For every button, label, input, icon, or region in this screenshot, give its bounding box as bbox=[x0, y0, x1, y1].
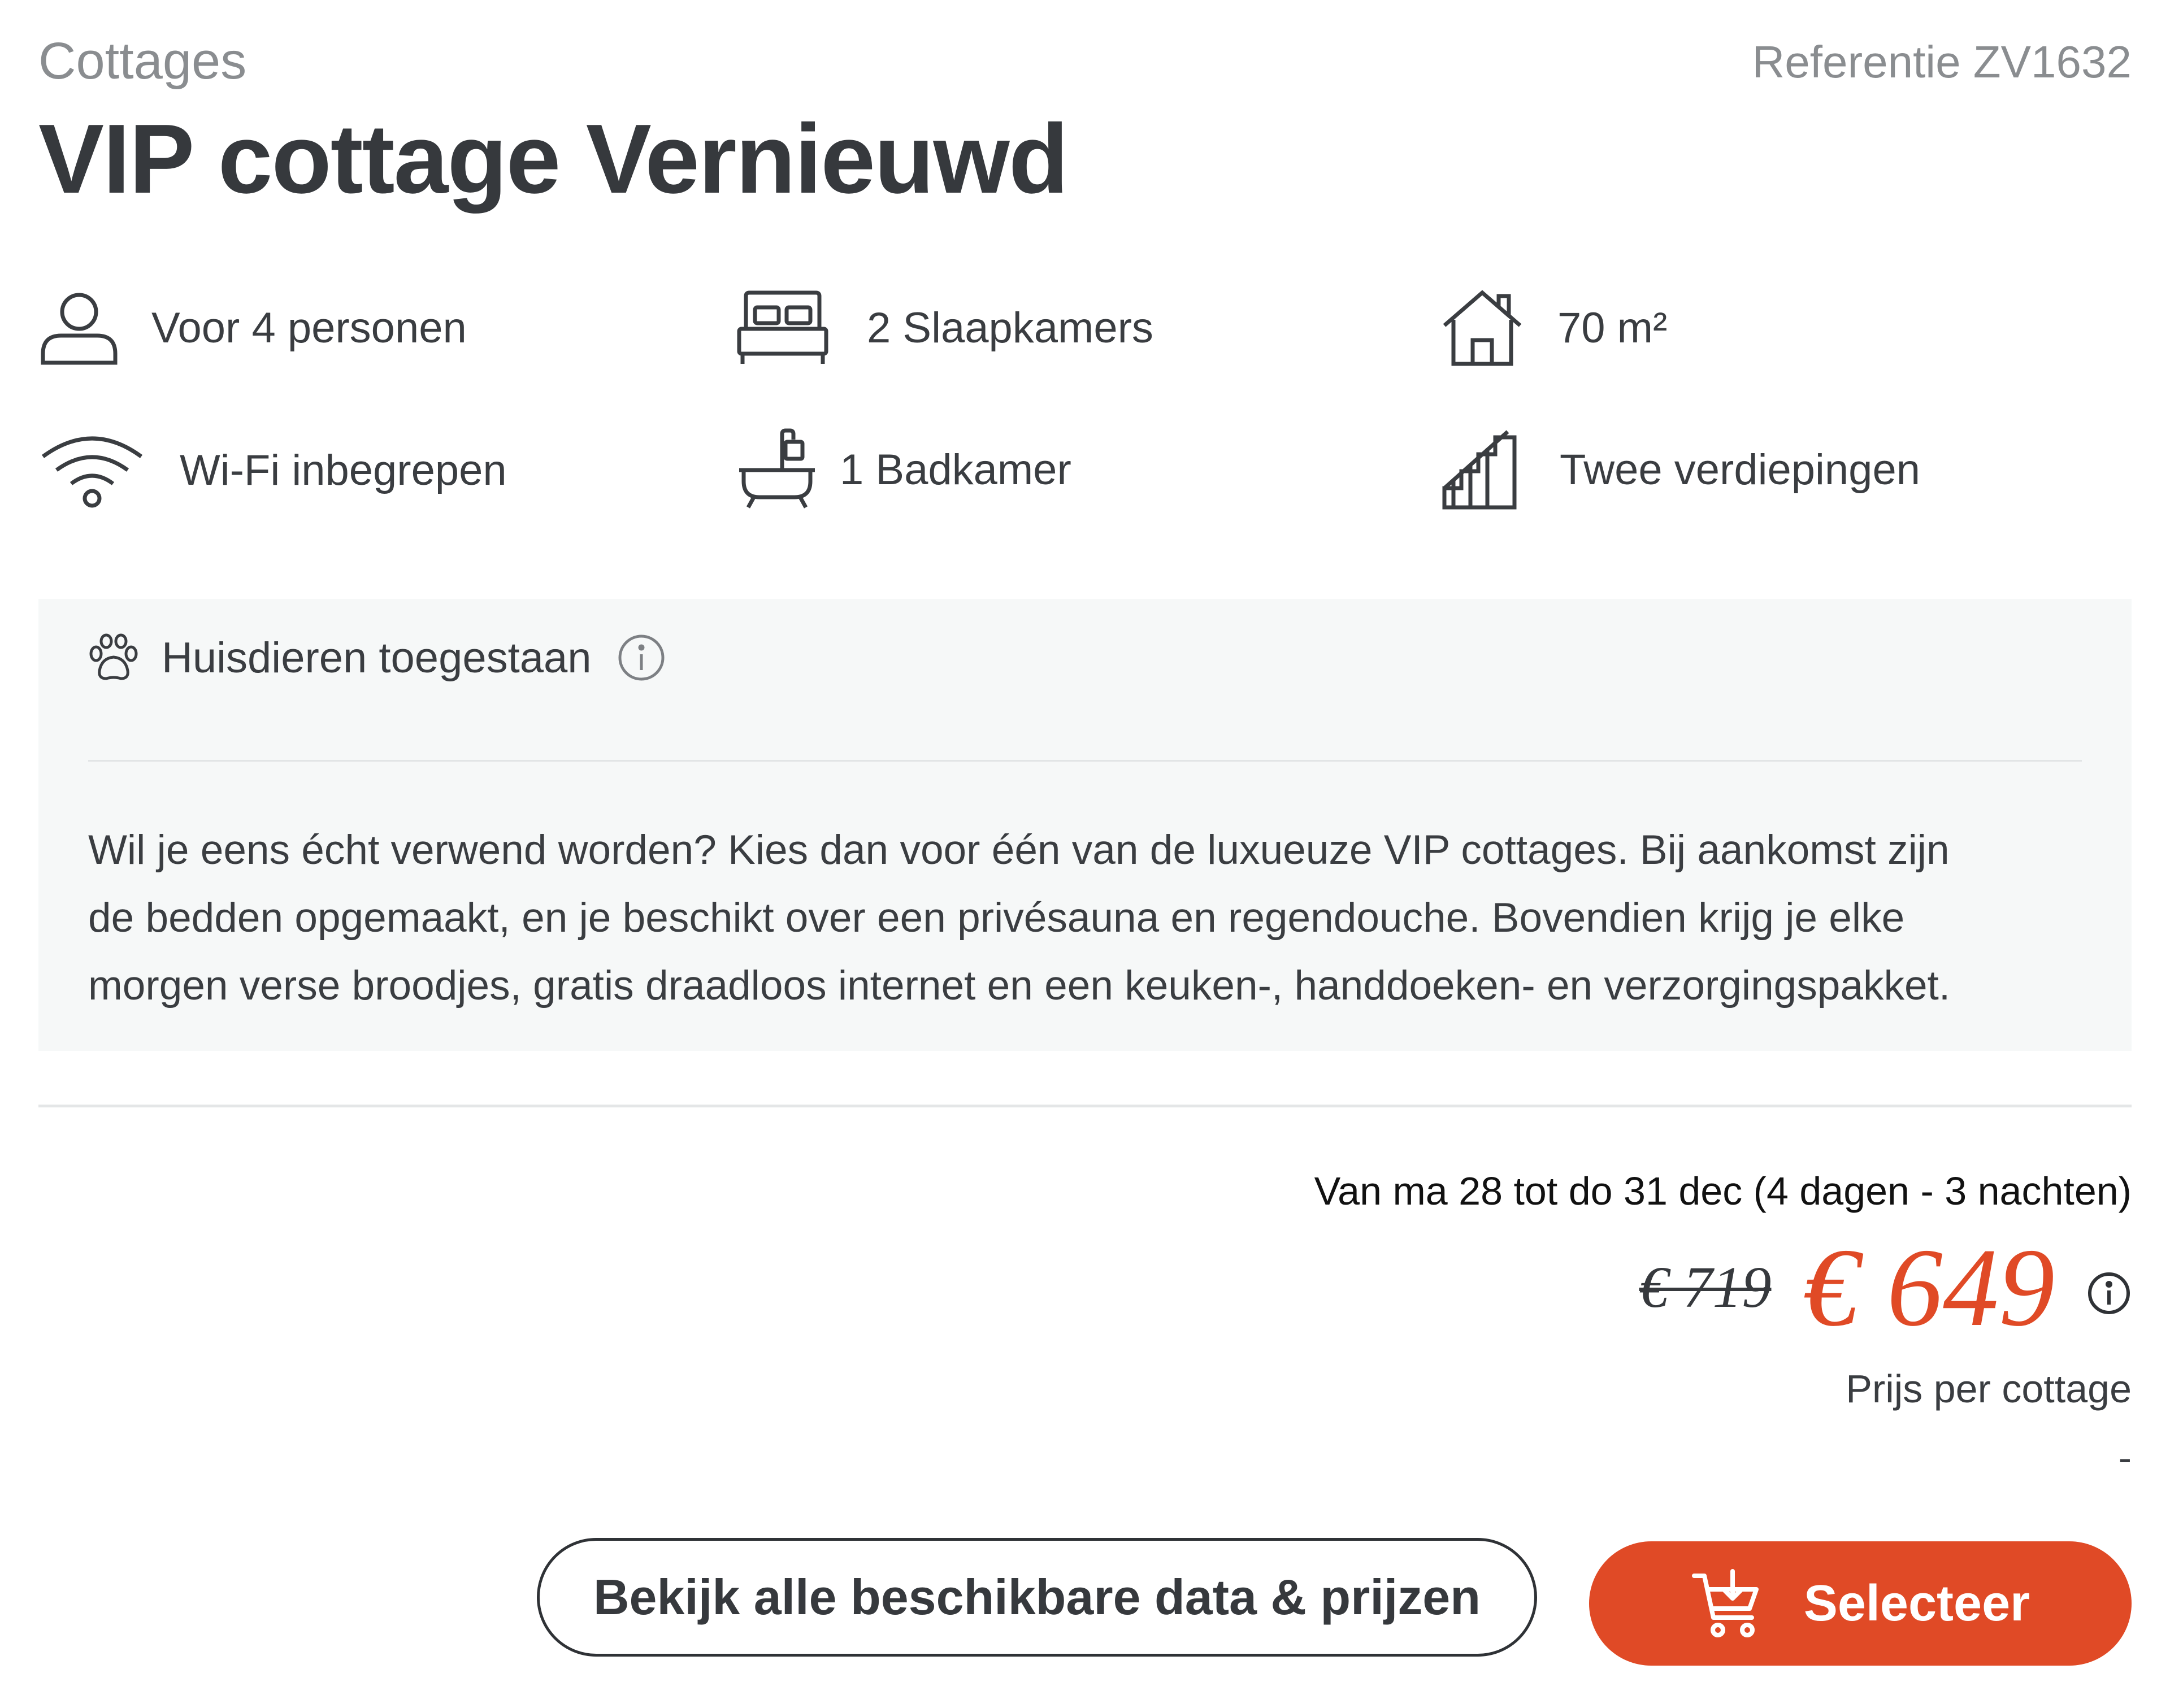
feature-label: Wi-Fi inbegrepen bbox=[180, 446, 507, 494]
description-line: de bedden opgemaakt, en je beschikt over… bbox=[88, 895, 1905, 941]
paw-icon bbox=[89, 633, 138, 680]
old-price: € 719 bbox=[1639, 1255, 1772, 1320]
feature-label: Voor 4 personen bbox=[151, 303, 467, 352]
feature-bedrooms: 2 Slaapkamers bbox=[735, 288, 1153, 367]
person-icon bbox=[41, 293, 118, 365]
view-dates-button[interactable]: Bekijk alle beschikbare data & prijzen bbox=[537, 1538, 1537, 1657]
cart-icon bbox=[1691, 1569, 1759, 1637]
reference-code: Referentie ZV1632 bbox=[1752, 37, 2132, 87]
price-unit: Prijs per cottage bbox=[1846, 1367, 2132, 1411]
select-button[interactable]: Selecteer bbox=[1589, 1541, 2132, 1666]
wifi-icon bbox=[41, 436, 143, 508]
feature-label: 2 Slaapkamers bbox=[867, 303, 1153, 352]
price-extra: - bbox=[2118, 1436, 2132, 1480]
feature-label: 70 m² bbox=[1557, 303, 1668, 352]
price-info-icon[interactable] bbox=[2086, 1271, 2132, 1316]
page-title: VIP cottage Vernieuwd bbox=[38, 103, 1069, 214]
feature-wifi: Wi-Fi inbegrepen bbox=[38, 431, 507, 510]
stay-dates: Van ma 28 tot do 31 dec (4 dagen - 3 nac… bbox=[1314, 1169, 2132, 1213]
description-line: morgen verse broodjes, gratis draadloos … bbox=[88, 963, 1951, 1009]
feature-area: 70 m² bbox=[1440, 288, 1667, 367]
view-dates-label: Bekijk alle beschikbare data & prijzen bbox=[593, 1569, 1481, 1625]
feature-persons: Voor 4 personen bbox=[38, 288, 467, 367]
bed-icon bbox=[737, 290, 828, 364]
panel-divider bbox=[88, 760, 2082, 762]
section-divider bbox=[38, 1105, 2132, 1107]
feature-label: 1 Badkamer bbox=[840, 445, 1071, 494]
pets-allowed: Huisdieren toegestaan bbox=[88, 633, 666, 683]
feature-bathroom: 1 Badkamer bbox=[735, 427, 1071, 512]
house-icon bbox=[1443, 290, 1522, 366]
pets-label: Huisdieren toegestaan bbox=[162, 633, 592, 682]
description: Wil je eens écht verwend worden? Kies da… bbox=[88, 816, 2123, 1020]
description-line: Wil je eens écht verwend worden? Kies da… bbox=[88, 827, 1950, 873]
category-label: Cottages bbox=[38, 32, 247, 90]
feature-label: Twee verdiepingen bbox=[1560, 445, 1920, 494]
bathtub-icon bbox=[739, 428, 815, 509]
feature-floors: Twee verdiepingen bbox=[1440, 427, 1920, 512]
current-price: € 649 bbox=[1803, 1225, 2055, 1349]
select-label: Selecteer bbox=[1803, 1575, 2030, 1632]
price-row: € 719 € 649 bbox=[1639, 1223, 2132, 1351]
stairs-icon bbox=[1442, 430, 1517, 510]
info-icon[interactable] bbox=[617, 633, 666, 683]
